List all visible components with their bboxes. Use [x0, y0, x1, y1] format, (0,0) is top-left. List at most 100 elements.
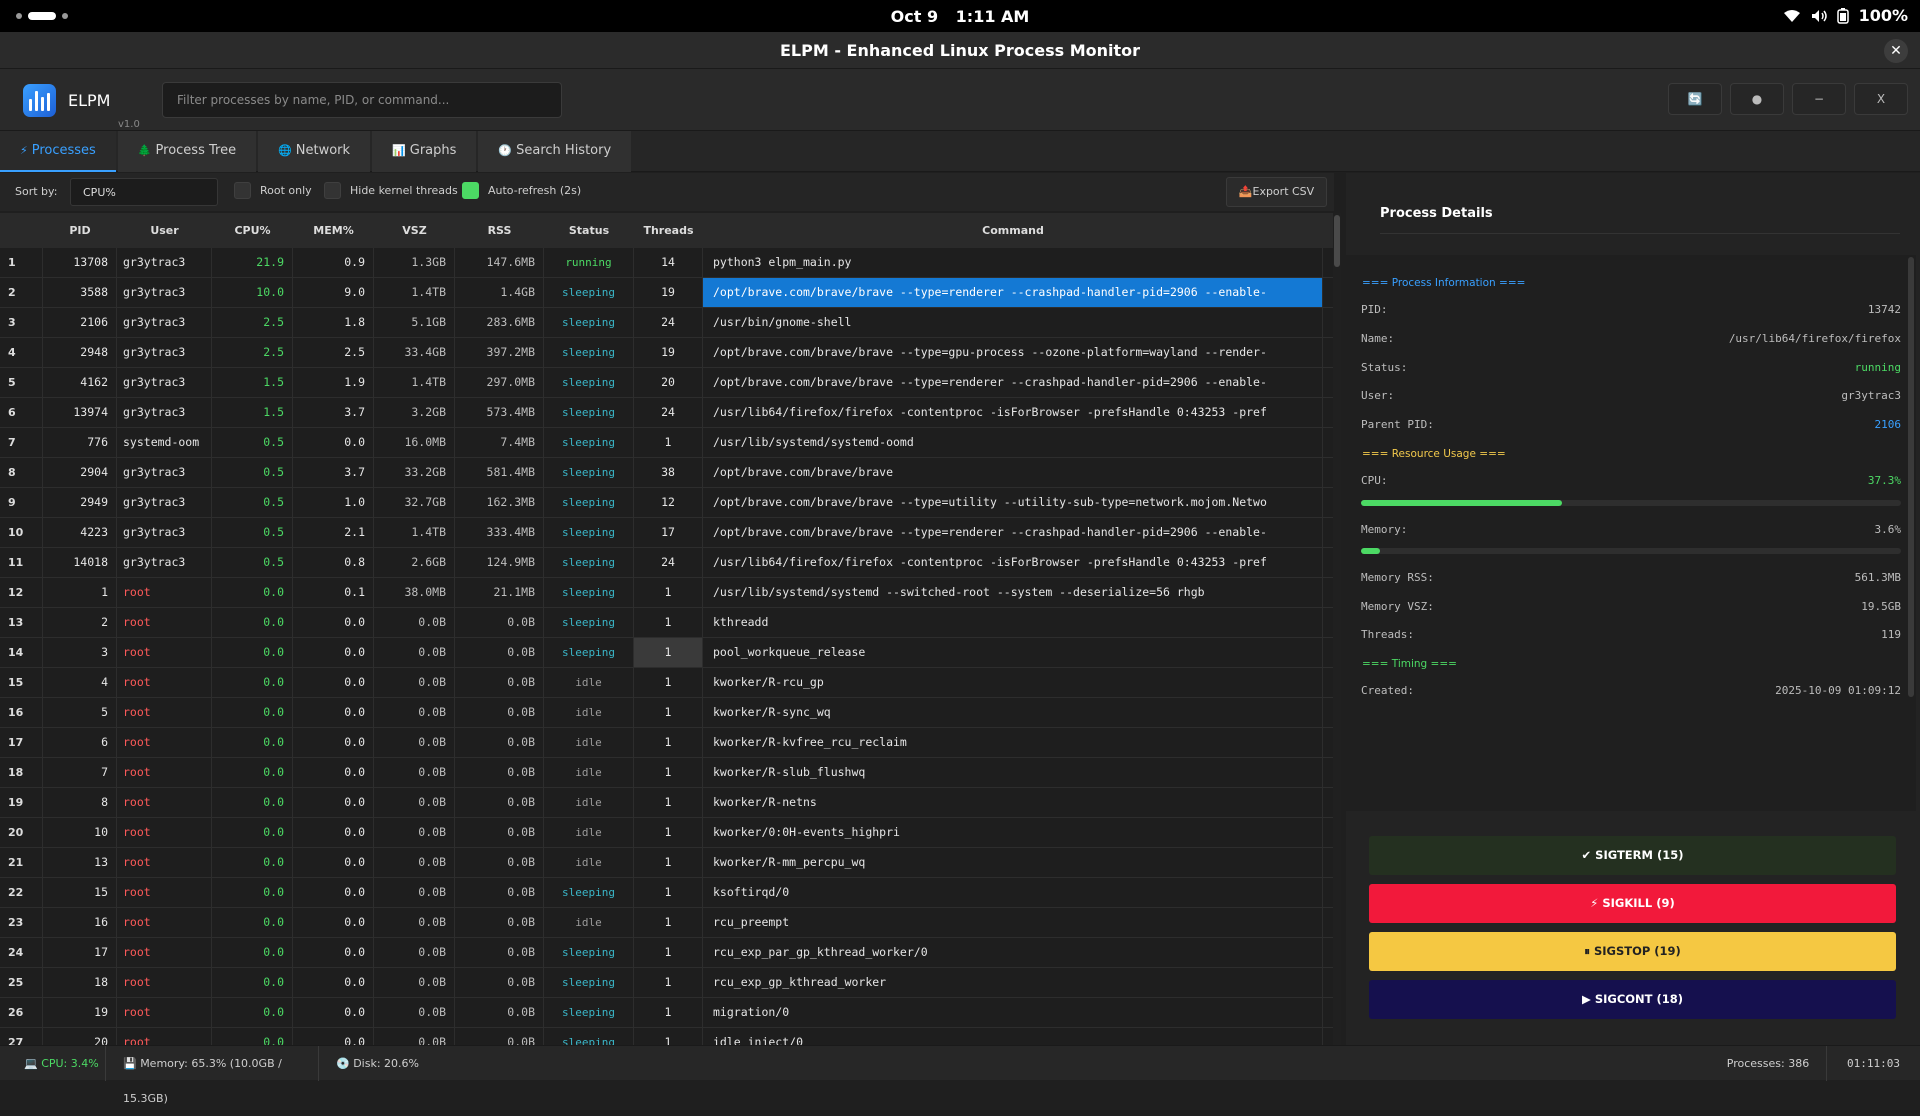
table-scrollbar[interactable] — [1333, 213, 1341, 1045]
table-row[interactable]: 4 2948 gr3ytrac3 2.5 2.5 33.4GB 397.2MB sleepin… — [0, 338, 1334, 368]
cell-vsz: 32.7GB — [374, 488, 455, 517]
row-index: 1 — [0, 248, 43, 277]
cell-user: root — [117, 608, 212, 637]
column-header-command[interactable]: Command — [703, 213, 1323, 248]
row-index: 9 — [0, 488, 43, 517]
table-row[interactable]: 3 2106 gr3ytrac3 2.5 1.8 5.1GB 283.6MB sleeping… — [0, 308, 1334, 338]
table-row[interactable]: 24 17 root 0.0 0.0 0.0B 0.0B sleeping 1 rcu_exp_p… — [0, 938, 1334, 968]
column-header-mem[interactable]: MEM% — [293, 213, 374, 248]
refresh-button[interactable]: 🔄 — [1668, 83, 1722, 115]
window-titlebar[interactable]: ELPM - Enhanced Linux Process Monitor ✕ — [0, 32, 1920, 69]
cell-status: sleeping — [544, 278, 634, 307]
table-row[interactable]: 26 19 root 0.0 0.0 0.0B 0.0B sleeping 1 migration… — [0, 998, 1334, 1028]
system-tray[interactable]: 100% — [1783, 6, 1908, 25]
table-row[interactable]: 15 4 root 0.0 0.0 0.0B 0.0B idle 1 kworker/R-rcu_… — [0, 668, 1334, 698]
table-row[interactable]: 16 5 root 0.0 0.0 0.0B 0.0B idle 1 kworker/R-sync… — [0, 698, 1334, 728]
table-row[interactable]: 19 8 root 0.0 0.0 0.0B 0.0B idle 1 kworker/R-netn… — [0, 788, 1334, 818]
sort-select[interactable]: CPU% — [70, 178, 218, 206]
tab-process-tree[interactable]: 🌲 Process Tree — [117, 131, 257, 172]
sigstop-button[interactable]: ⏸ SIGSTOP (19) — [1369, 932, 1896, 971]
exit-button[interactable]: X — [1854, 83, 1908, 115]
details-scrollbar[interactable] — [1908, 255, 1914, 811]
parent-pid-link[interactable]: 2106 — [1875, 418, 1902, 431]
checkbox-box[interactable] — [324, 182, 341, 199]
cell-rss: 0.0B — [455, 698, 544, 727]
column-header-cpu[interactable]: CPU% — [212, 213, 293, 248]
table-row[interactable]: 11 14018 gr3ytrac3 0.5 0.8 2.6GB 124.9MB sleepi… — [0, 548, 1334, 578]
export-csv-button[interactable]: 📤Export CSV — [1226, 177, 1327, 207]
column-header-vsz[interactable]: VSZ — [374, 213, 455, 248]
table-row[interactable]: 12 1 root 0.0 0.1 38.0MB 21.1MB sleeping 1/usr/l… — [0, 578, 1334, 608]
hide-kernel-threads-checkbox[interactable]: Hide kernel threads — [324, 182, 458, 199]
process-filter-input[interactable] — [162, 82, 562, 118]
cell-cpu: 0.0 — [212, 938, 293, 967]
checkbox-box-checked[interactable] — [462, 182, 479, 199]
sigcont-button[interactable]: ▶ SIGCONT (18) — [1369, 980, 1896, 1019]
cell-cpu: 0.0 — [212, 908, 293, 937]
cell-rss: 0.0B — [455, 848, 544, 877]
cell-threads: 24 — [634, 398, 703, 427]
cell-status: idle — [544, 908, 634, 937]
table-row[interactable]: 13 2 root 0.0 0.0 0.0B 0.0B sleeping 1 kthreadd — [0, 608, 1334, 638]
column-header-status[interactable]: Status — [544, 213, 634, 248]
sigkill-button[interactable]: ⚡ SIGKILL (9) — [1369, 884, 1896, 923]
sigterm-button[interactable]: ✔ SIGTERM (15) — [1369, 836, 1896, 875]
cell-threads: 19 — [634, 338, 703, 367]
column-header-pid[interactable]: PID — [43, 213, 117, 248]
cell-cpu: 0.0 — [212, 758, 293, 787]
cell-command: kworker/0:0H-events_highpri — [703, 818, 1323, 847]
system-clock[interactable]: Oct 9 1:11 AM — [0, 7, 1920, 26]
record-button[interactable]: ● — [1730, 83, 1784, 115]
table-row[interactable]: 5 4162 gr3ytrac3 1.5 1.9 1.4TB 297.0MB sleeping… — [0, 368, 1334, 398]
scrollbar-thumb[interactable] — [1334, 215, 1340, 267]
cell-command: /usr/lib/systemd/systemd --switched-root… — [703, 578, 1323, 607]
cell-vsz: 3.2GB — [374, 398, 455, 427]
minimize-button[interactable]: − — [1792, 83, 1846, 115]
cell-status: sleeping — [544, 338, 634, 367]
cell-pid: 3588 — [43, 278, 117, 307]
cell-rss: 0.0B — [455, 608, 544, 637]
cell-threads: 1 — [634, 878, 703, 907]
scrollbar-thumb[interactable] — [1908, 257, 1914, 697]
detail-key: Memory: — [1361, 523, 1408, 536]
checkbox-box[interactable] — [234, 182, 251, 199]
table-row[interactable]: 9 2949 gr3ytrac3 0.5 1.0 32.7GB 162.3MB sleepin… — [0, 488, 1334, 518]
table-row[interactable]: 10 4223 gr3ytrac3 0.5 2.1 1.4TB 333.4MB sleepin… — [0, 518, 1334, 548]
column-header-threads[interactable]: Threads — [634, 213, 703, 248]
row-index: 16 — [0, 698, 43, 727]
table-row[interactable]: 18 7 root 0.0 0.0 0.0B 0.0B idle 1 kworker/R-slub… — [0, 758, 1334, 788]
tab-graphs[interactable]: 📊 Graphs — [372, 131, 477, 172]
row-index: 23 — [0, 908, 43, 937]
table-row[interactable]: 1 13708 gr3ytrac3 21.9 0.9 1.3GB 147.6MB runnin… — [0, 248, 1334, 278]
table-row[interactable]: 8 2904 gr3ytrac3 0.5 3.7 33.2GB 581.4MB sleepin… — [0, 458, 1334, 488]
tab-network[interactable]: 🌐 Network — [258, 131, 371, 172]
cell-pid: 1 — [43, 578, 117, 607]
table-row[interactable]: 25 18 root 0.0 0.0 0.0B 0.0B sleeping 1 rcu_exp_g… — [0, 968, 1334, 998]
table-row[interactable]: 22 15 root 0.0 0.0 0.0B 0.0B sleeping 1 ksoftirqd… — [0, 878, 1334, 908]
tab-search-history[interactable]: 🕐 Search History — [478, 131, 632, 172]
cell-status: idle — [544, 818, 634, 847]
table-row[interactable]: 6 13974 gr3ytrac3 1.5 3.7 3.2GB 573.4MB sleepin… — [0, 398, 1334, 428]
status-disk: 💿 Disk: 20.6% — [336, 1057, 419, 1070]
window-close-button[interactable]: ✕ — [1884, 39, 1908, 63]
table-row[interactable]: 7 776 systemd-oom 0.5 0.0 16.0MB 7.4MB sleeping… — [0, 428, 1334, 458]
cell-pid: 2948 — [43, 338, 117, 367]
table-row[interactable]: 14 3 root 0.0 0.0 0.0B 0.0B sleeping 1 pool_workq… — [0, 638, 1334, 668]
cell-vsz: 0.0B — [374, 818, 455, 847]
table-row[interactable]: 23 16 root 0.0 0.0 0.0B 0.0B idle 1 rcu_preempt — [0, 908, 1334, 938]
cell-cpu: 0.0 — [212, 668, 293, 697]
table-row[interactable]: 2 3588 gr3ytrac3 10.0 9.0 1.4TB 1.4GB sleeping 1… — [0, 278, 1334, 308]
root-only-checkbox[interactable]: Root only — [234, 182, 312, 199]
cell-rss: 147.6MB — [455, 248, 544, 277]
table-row[interactable]: 20 10 root 0.0 0.0 0.0B 0.0B idle 1 kworker/0:0H-… — [0, 818, 1334, 848]
cell-command: kthreadd — [703, 608, 1323, 637]
table-row[interactable]: 21 13 root 0.0 0.0 0.0B 0.0B idle 1 kworker/R-mm_… — [0, 848, 1334, 878]
column-header-user[interactable]: User — [117, 213, 212, 248]
column-header-rss[interactable]: RSS — [455, 213, 544, 248]
auto-refresh-checkbox[interactable]: Auto-refresh (2s) — [462, 182, 581, 199]
table-row[interactable]: 27 20 root 0.0 0.0 0.0B 0.0B sleeping 1 idle_inje… — [0, 1028, 1334, 1045]
cell-cpu: 0.0 — [212, 578, 293, 607]
tab-processes[interactable]: ⚡ Processes — [0, 131, 116, 172]
row-index: 2 — [0, 278, 43, 307]
table-row[interactable]: 17 6 root 0.0 0.0 0.0B 0.0B idle 1 kworker/R-kvfr… — [0, 728, 1334, 758]
